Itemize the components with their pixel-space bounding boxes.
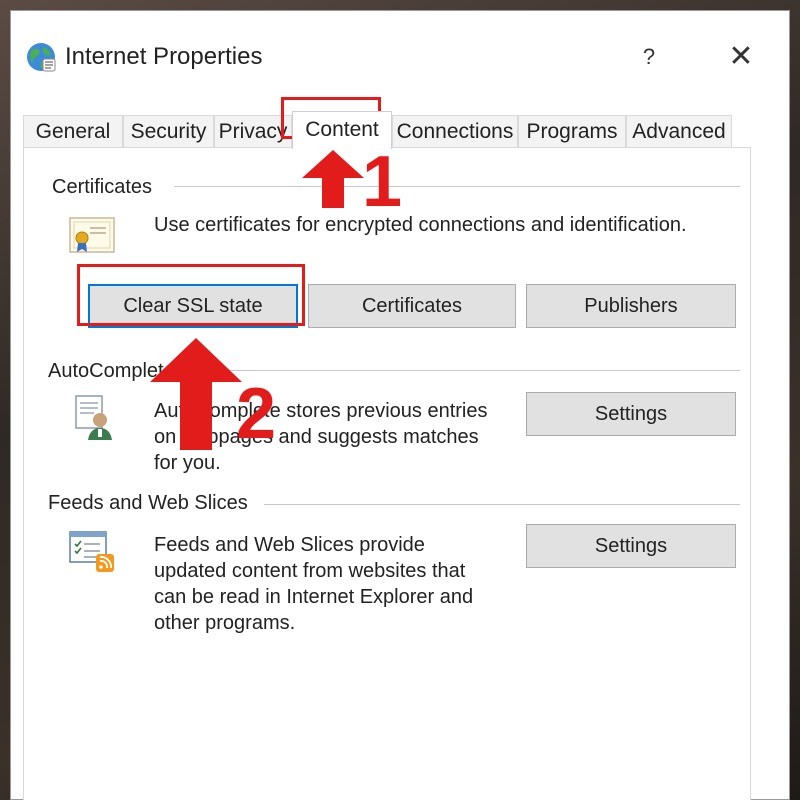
certificate-icon: [69, 217, 115, 253]
feeds-description-line-1: Feeds and Web Slices provide: [154, 534, 425, 556]
feeds-description-line-2: updated content from websites that: [154, 560, 466, 582]
feeds-description-line-4: other programs.: [154, 612, 296, 634]
feeds-divider: [264, 504, 740, 505]
autocomplete-divider: [174, 370, 740, 371]
globe-icon: [27, 43, 56, 72]
autocomplete-description-line-3: for you.: [154, 452, 221, 474]
step-2-label: 2: [236, 374, 277, 454]
window-title: Internet Properties: [65, 43, 263, 70]
publishers-button[interactable]: Publishers: [526, 284, 736, 328]
tab-advanced[interactable]: Advanced: [626, 115, 732, 147]
title-bar: Internet Properties ? ✕: [11, 11, 789, 91]
tab-content[interactable]: Content: [292, 111, 392, 149]
autocomplete-icon: [75, 395, 112, 440]
help-button[interactable]: ?: [629, 39, 669, 75]
content-tab-panel: Certificates Use certificates for encryp…: [23, 147, 751, 800]
clear-ssl-highlight: [77, 264, 305, 326]
tab-strip: General Security Privacy Content Connect…: [23, 111, 783, 149]
certificates-heading: Certificates: [52, 174, 165, 200]
certificates-description: Use certificates for encrypted connectio…: [154, 214, 687, 236]
arrow-up-icon: [150, 338, 242, 450]
feeds-description-line-3: can be read in Internet Explorer and: [154, 586, 474, 608]
autocomplete-settings-button[interactable]: Settings: [526, 392, 736, 436]
tab-connections[interactable]: Connections: [392, 115, 518, 147]
close-button[interactable]: ✕: [719, 39, 763, 75]
arrow-up-icon: [302, 150, 364, 208]
feeds-icon: [69, 531, 114, 572]
tab-general[interactable]: General: [23, 115, 123, 147]
step-1-label: 1: [362, 142, 403, 222]
tab-programs[interactable]: Programs: [518, 115, 626, 147]
feeds-settings-button[interactable]: Settings: [526, 524, 736, 568]
tab-security[interactable]: Security: [123, 115, 214, 147]
certificates-button[interactable]: Certificates: [308, 284, 516, 328]
feeds-heading: Feeds and Web Slices: [48, 490, 260, 516]
internet-properties-dialog: Internet Properties ? ✕ General Security…: [10, 10, 790, 800]
certificates-divider: [174, 186, 740, 187]
